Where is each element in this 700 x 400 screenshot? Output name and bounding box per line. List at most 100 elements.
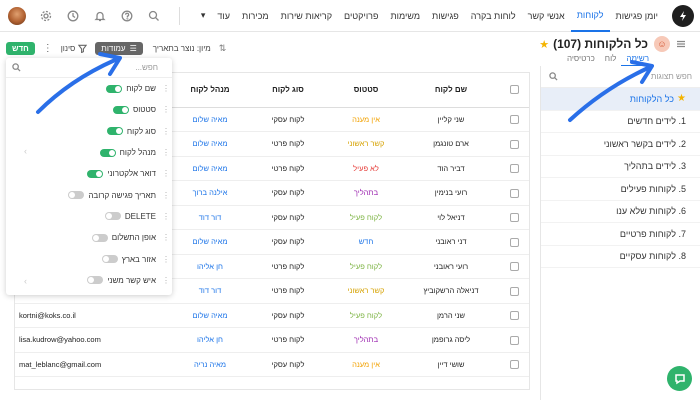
account-manager[interactable]: חן אליהו [171, 327, 249, 353]
drag-handle-icon[interactable]: ⋮ [162, 127, 170, 136]
sidebar-view-item[interactable]: 3. לידים בתהליך [541, 156, 700, 178]
column-option[interactable]: מנהל לקוח ⋮ [6, 142, 172, 163]
chat-icon[interactable] [667, 366, 692, 391]
column-toggle[interactable] [99, 148, 116, 157]
table-row[interactable]: שושי דיין אין מענה לקוח עסקי מאיה נריה mat_l… [15, 352, 529, 377]
drag-handle-icon[interactable]: ⋮ [162, 233, 170, 242]
row-checkbox[interactable] [497, 205, 529, 230]
account-manager[interactable]: דור דוד [171, 278, 249, 304]
sidebar-view-item[interactable]: 5. לקוחות פעילים [541, 178, 700, 201]
column-header[interactable]: שם לקוח [405, 73, 497, 108]
row-checkbox[interactable] [497, 352, 529, 377]
customer-name[interactable]: דניאל לוי [405, 205, 497, 230]
column-header[interactable]: סוג לקוח [249, 73, 327, 108]
nav-item[interactable]: פרויקטים [338, 0, 384, 32]
nav-item[interactable]: קריאות שירות [275, 0, 338, 32]
sidebar-view-item[interactable]: 6. לקוחות שלא ענו [541, 201, 700, 223]
column-toggle[interactable] [106, 127, 123, 136]
bell-icon[interactable] [94, 10, 106, 22]
select-all-checkbox[interactable] [497, 73, 529, 108]
column-toggle[interactable] [87, 276, 104, 285]
drag-handle-icon[interactable]: ⋮ [162, 276, 170, 285]
customer-name[interactable]: שני קליין [405, 107, 497, 132]
column-toggle[interactable] [87, 169, 104, 178]
row-checkbox[interactable] [497, 327, 529, 353]
email-cell[interactable]: lisa.kudrow@yahoo.com [15, 327, 171, 353]
email-cell[interactable]: mat_leblanc@gmail.com [15, 352, 171, 377]
nav-item[interactable]: מכירות [236, 0, 275, 32]
sidebar-view-item[interactable]: 2. לידים בקשר ראשוני [541, 133, 700, 156]
row-checkbox[interactable] [497, 156, 529, 181]
column-option[interactable]: סוג לקוח ⋮ [6, 121, 172, 142]
column-option[interactable]: תאריך פגישה קרובה ⋮ [6, 184, 172, 205]
column-option[interactable]: אופן התשלום ⋮ [6, 227, 172, 248]
row-checkbox[interactable] [497, 303, 529, 328]
drag-handle-icon[interactable]: ⋮ [162, 84, 170, 93]
customer-name[interactable]: רועי ראובני [405, 254, 497, 279]
avatar[interactable] [8, 7, 26, 25]
gear-icon[interactable] [40, 10, 52, 22]
column-option[interactable]: DELETE ⋮ [6, 206, 172, 227]
account-manager[interactable]: אילנה ברוך [171, 180, 249, 206]
account-manager[interactable]: מאיה שלום [171, 156, 249, 181]
customer-name[interactable]: דני ראובני [405, 229, 497, 255]
nav-item[interactable]: פגישות [426, 0, 465, 32]
star-icon[interactable]: ★ [539, 38, 549, 51]
row-checkbox[interactable] [497, 229, 529, 255]
drag-handle-icon[interactable]: ⋮ [162, 191, 170, 200]
customer-name[interactable]: ארם טונגמן [405, 131, 497, 157]
nav-item[interactable]: יומן פגישות [610, 0, 664, 32]
drag-handle-icon[interactable]: ⋮ [162, 105, 170, 114]
table-row[interactable]: ליסה גרופמן בתהליך לקוח פרטי חן אליהו lisa.k… [15, 327, 529, 353]
row-checkbox[interactable] [497, 131, 529, 157]
row-checkbox[interactable] [497, 180, 529, 206]
clock-icon[interactable] [67, 10, 79, 22]
column-option-label: אזור בארץ [121, 254, 156, 264]
account-manager[interactable]: דור דוד [171, 205, 249, 230]
row-checkbox[interactable] [497, 107, 529, 132]
row-checkbox[interactable] [497, 254, 529, 279]
drag-handle-icon[interactable]: ⋮ [162, 212, 170, 221]
customer-name[interactable]: ליסה גרופמן [405, 327, 497, 353]
account-manager[interactable]: מאיה שלום [171, 107, 249, 132]
drag-handle-icon[interactable]: ⋮ [162, 148, 170, 157]
nav-item[interactable]: אנשי קשר [522, 0, 571, 32]
nav-item[interactable]: לוחות בקרה [465, 0, 522, 32]
account-manager[interactable]: מאיה נריה [171, 352, 249, 377]
column-toggle[interactable] [104, 212, 121, 221]
drag-handle-icon[interactable]: ⋮ [162, 169, 170, 178]
sidebar-view-item[interactable]: 7. לקוחות פרטיים [541, 223, 700, 246]
column-option[interactable]: איש קשר משני ⋮ [6, 270, 172, 291]
columns-search-input[interactable]: חפש... [135, 63, 158, 72]
account-manager[interactable]: חן אליהו [171, 254, 249, 279]
customer-name[interactable]: שני הרמן [405, 303, 497, 328]
customer-name[interactable]: שושי דיין [405, 352, 497, 377]
column-option[interactable]: אזור בארץ ⋮ [6, 248, 172, 269]
customer-name[interactable]: דביר הוד [405, 156, 497, 181]
column-toggle[interactable] [101, 255, 118, 264]
sort-icon[interactable]: ⇅ [219, 43, 227, 54]
column-toggle[interactable] [91, 233, 108, 242]
drag-handle-icon[interactable]: ⋮ [162, 255, 170, 264]
column-header[interactable]: סטטוס [327, 73, 405, 108]
menu-icon[interactable] [676, 39, 686, 49]
account-manager[interactable]: מאיה שלום [171, 303, 249, 328]
nav-more-dropdown[interactable]: עוד [211, 11, 236, 21]
account-manager[interactable]: מאיה שלום [171, 131, 249, 157]
customer-name[interactable]: רועי בנימין [405, 180, 497, 206]
column-option[interactable]: דואר אלקטרוני ⋮ [6, 163, 172, 184]
column-header[interactable]: מנהל לקוח [171, 73, 249, 108]
table-row[interactable]: שני הרמן לקוח פעיל לקוח עסקי מאיה שלום kortn… [15, 303, 529, 328]
app-logo[interactable] [672, 4, 694, 27]
nav-item[interactable]: לקוחות [570, 0, 610, 32]
sort-label[interactable]: מיון: נוצר בתאריך [153, 44, 211, 53]
nav-item[interactable]: משימות [384, 0, 426, 32]
sidebar-view-item[interactable]: 8. לקוחות עסקיים [541, 246, 700, 268]
account-manager[interactable]: מאיה שלום [171, 229, 249, 255]
column-toggle[interactable] [68, 191, 85, 200]
help-icon[interactable] [121, 10, 133, 22]
search-icon[interactable] [148, 10, 160, 22]
customer-name[interactable]: דניאלה הרשקוביץ [405, 278, 497, 304]
row-checkbox[interactable] [497, 278, 529, 304]
email-cell[interactable]: kortni@koks.co.il [15, 303, 171, 328]
